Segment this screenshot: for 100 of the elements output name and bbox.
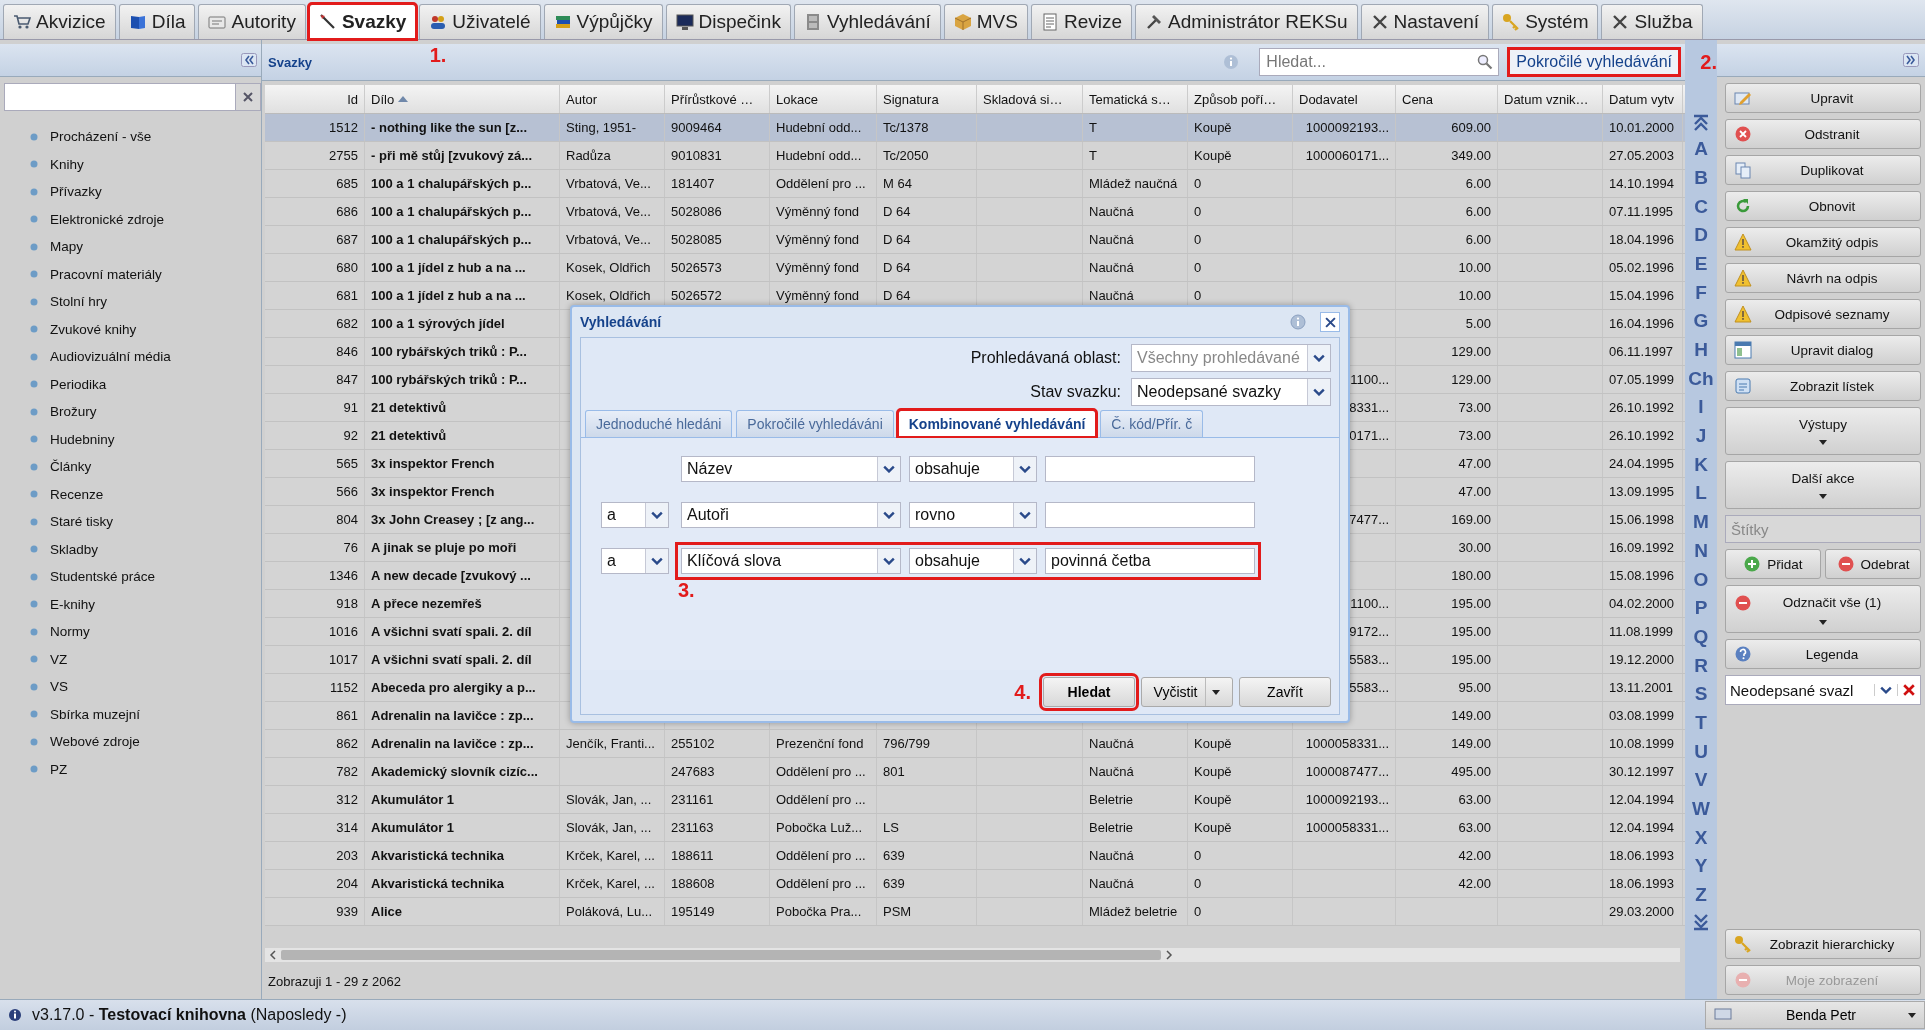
table-cell: 180.00 xyxy=(1451,568,1491,583)
table-cell: 19.12.2000 xyxy=(1609,652,1675,667)
table-cell: Mládež beletrie xyxy=(1089,904,1178,919)
table-cell: 149.00 xyxy=(1451,736,1491,751)
table-cell: 100 a 1 chalupářských p... xyxy=(371,232,532,247)
table-cell: 10.00 xyxy=(1458,260,1491,275)
table-cell: Koupě xyxy=(1194,736,1232,751)
table-cell: 195.00 xyxy=(1451,624,1491,639)
table-cell: 100 rybářských triků : P... xyxy=(371,372,527,387)
table-cell: 5028085 xyxy=(671,232,722,247)
table-cell: 149.00 xyxy=(1451,708,1491,723)
table-cell: 21 detektivů xyxy=(371,428,447,443)
table-cell: 18.06.1993 xyxy=(1609,848,1675,863)
table-cell: 21 detektivů xyxy=(371,400,447,415)
table-cell: 1000058331... xyxy=(1305,736,1389,751)
table-cell: 100 a 1 chalupářských p... xyxy=(371,176,532,191)
table-cell: 0 xyxy=(1194,204,1202,219)
table-cell: M 64 xyxy=(883,176,912,191)
table-cell: 0 xyxy=(1194,176,1202,191)
table-cell: - nothing like the sun [z... xyxy=(371,120,527,135)
table-cell: 495.00 xyxy=(1451,764,1491,779)
table-cell: 47.00 xyxy=(1458,484,1491,499)
table-cell: 314 xyxy=(336,820,358,835)
table-cell: 63.00 xyxy=(1458,792,1491,807)
table-cell: 188611 xyxy=(671,848,714,863)
table-cell: 188608 xyxy=(671,876,715,891)
table-cell: 47.00 xyxy=(1458,456,1491,471)
table-cell: 100 a 1 chalupářských p... xyxy=(371,204,532,219)
table-cell: Pobočka Luž... xyxy=(776,820,862,835)
table-cell: 1000092193... xyxy=(1305,792,1389,807)
table-cell: 349.00 xyxy=(1451,148,1491,163)
table-cell: 181407 xyxy=(671,176,715,191)
table-cell: 5026573 xyxy=(671,260,722,275)
table-cell: 63.00 xyxy=(1458,820,1491,835)
table-cell: 11.08.1999 xyxy=(1609,624,1674,639)
table-cell: 15.06.1998 xyxy=(1609,512,1675,527)
table-cell: Hudební odd... xyxy=(776,148,862,163)
step-number: 2. xyxy=(1700,51,1717,74)
table-cell: Akademický slovník cizíc... xyxy=(371,764,538,779)
step-number: 1. xyxy=(429,44,447,67)
table-cell: D 64 xyxy=(883,204,911,219)
table-cell: 92 xyxy=(343,428,358,443)
table-cell: Adrenalin na lavičce : zp... xyxy=(371,736,534,751)
step-number: 4. xyxy=(1014,680,1031,704)
table-cell: 16.04.1996 xyxy=(1609,316,1675,331)
table-cell: 801 xyxy=(883,764,905,779)
table-cell: 804 xyxy=(336,512,358,527)
table-cell: 10.01.2000 xyxy=(1609,120,1675,135)
table-cell: Naučná xyxy=(1089,260,1134,275)
table-cell: - při mě stůj [zvukový zá... xyxy=(371,148,533,163)
table-cell: 939 xyxy=(336,904,358,919)
table-cell: 100 a 1 jídel z hub a na ... xyxy=(371,260,526,275)
table-cell: 231161 xyxy=(671,792,714,807)
table-cell: Krček, Karel, ... xyxy=(566,876,655,891)
table-cell: Vrbatová, Ve... xyxy=(566,176,651,191)
table-cell: PSM xyxy=(883,904,912,919)
table-cell: Jenčík, Franti... xyxy=(566,736,655,751)
table-cell: Oddělení pro ... xyxy=(776,764,866,779)
table-cell: 861 xyxy=(336,708,358,723)
table-cell: 30.00 xyxy=(1458,540,1491,555)
table-cell: Kosek, Oldřich xyxy=(566,260,651,275)
table-cell: 18.06.1993 xyxy=(1609,876,1675,891)
table-cell: Výměnný fond xyxy=(776,232,860,247)
table-cell: 13.11.2001 xyxy=(1609,680,1674,695)
table-cell: Poláková, Lu... xyxy=(566,904,652,919)
table-cell: 169.00 xyxy=(1451,512,1491,527)
table-cell: 12.04.1994 xyxy=(1609,792,1675,807)
table-cell: Abeceda pro alergiky a p... xyxy=(371,680,536,695)
table-cell: 1017 xyxy=(329,652,358,667)
table-cell: 682 xyxy=(336,316,358,331)
table-cell: 3x inspektor French xyxy=(371,484,495,499)
table-cell: Naučná xyxy=(1089,288,1134,303)
table-cell: 03.08.1999 xyxy=(1609,708,1675,723)
table-cell: 247683 xyxy=(671,764,715,779)
table-cell: 1512 xyxy=(329,120,358,135)
table-cell: 2755 xyxy=(329,148,358,163)
table-cell: Sting, 1951- xyxy=(566,120,637,135)
table-cell: 680 xyxy=(336,260,358,275)
table-cell: Alice xyxy=(371,904,403,919)
table-cell: A všichni svatí spali. 2. díl xyxy=(371,652,532,667)
table-cell: 129.00 xyxy=(1451,372,1491,387)
table-cell: 0171... xyxy=(1349,428,1389,443)
table-cell: 204 xyxy=(336,876,358,891)
table-cell: 918 xyxy=(336,596,358,611)
table-cell: 100 a 1 jídel z hub a na ... xyxy=(371,288,526,303)
table-cell: 1000058331... xyxy=(1305,820,1389,835)
table-cell: 796/799 xyxy=(883,736,930,751)
table-cell: 12.04.1994 xyxy=(1609,820,1675,835)
table-cell: 0 xyxy=(1194,260,1202,275)
table-cell: 847 xyxy=(336,372,358,387)
table-cell: 8331... xyxy=(1349,400,1389,415)
table-cell: Mládež naučná xyxy=(1089,176,1178,191)
table-cell: 26.10.1992 xyxy=(1609,428,1675,443)
table-cell: 15.04.1996 xyxy=(1609,288,1675,303)
table-cell: Oddělení pro ... xyxy=(776,792,866,807)
table-cell: 42.00 xyxy=(1458,848,1491,863)
table-cell: 681 xyxy=(336,288,358,303)
table-cell: A přece nezemřeš xyxy=(371,596,482,611)
table-cell: 846 xyxy=(336,344,358,359)
table-cell: 0 xyxy=(1194,876,1202,891)
